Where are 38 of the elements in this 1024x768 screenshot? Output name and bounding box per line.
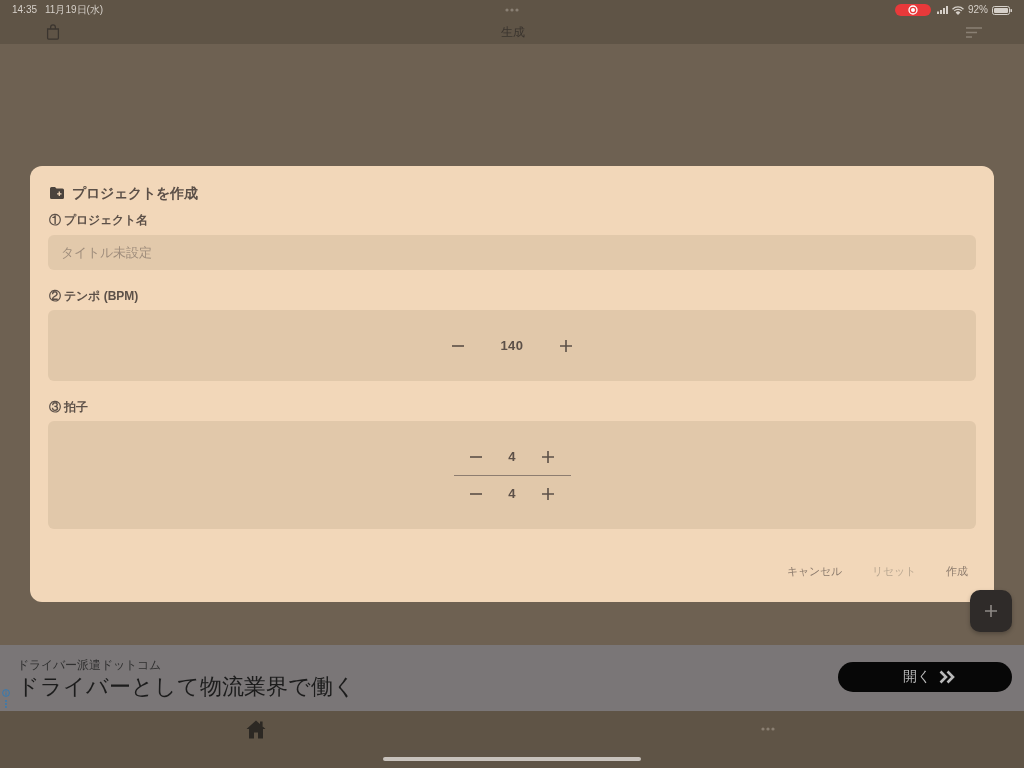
home-icon xyxy=(246,719,266,739)
bag-icon xyxy=(46,24,60,40)
stepper-value: 4 xyxy=(507,449,517,464)
ad-headline: ドライバーとして物流業界で働く xyxy=(17,672,356,701)
section-label: ③ 拍子 xyxy=(48,399,89,415)
minus-icon xyxy=(452,344,464,347)
stepper-value: 140 xyxy=(499,338,525,353)
minus-icon xyxy=(470,455,482,458)
dialog-button[interactable]: キャンセル xyxy=(779,556,850,586)
wifi-icon xyxy=(952,5,964,15)
battery-percent: 92% xyxy=(968,4,988,16)
status-date: 11月19日(水) xyxy=(45,4,104,16)
battery-icon xyxy=(992,5,1012,15)
plus-icon xyxy=(560,339,572,352)
minus-icon xyxy=(470,492,482,495)
section-label: ① プロジェクト名 xyxy=(48,212,149,228)
open-button[interactable]: 開く xyxy=(838,662,1012,692)
bag-button[interactable] xyxy=(44,22,62,42)
more-dots-icon xyxy=(505,8,519,12)
info-icon xyxy=(2,689,10,697)
more-dots-icon xyxy=(761,727,775,731)
signal-icon xyxy=(937,6,948,14)
recording-indicator-icon xyxy=(895,4,931,16)
folder-plus-icon xyxy=(50,187,64,199)
plus-icon xyxy=(542,450,554,463)
sort-icon xyxy=(966,26,982,38)
section-label: ② テンポ (BPM) xyxy=(48,288,139,304)
title-input[interactable]: タイトル未設定 xyxy=(48,235,976,270)
ad-advertiser: ドライバー派遣ドットコム xyxy=(17,657,161,673)
double-chevron-icon xyxy=(939,670,955,684)
status-time: 14:35 xyxy=(12,4,38,16)
plus-icon xyxy=(985,605,997,617)
dialog-button[interactable]: 作成 xyxy=(938,556,976,586)
add-button[interactable] xyxy=(970,590,1012,632)
stepper-value: 4 xyxy=(507,486,517,501)
sort-button[interactable] xyxy=(964,24,984,40)
plus-icon xyxy=(542,487,554,500)
dialog-title: プロジェクトを作成 xyxy=(72,184,198,202)
